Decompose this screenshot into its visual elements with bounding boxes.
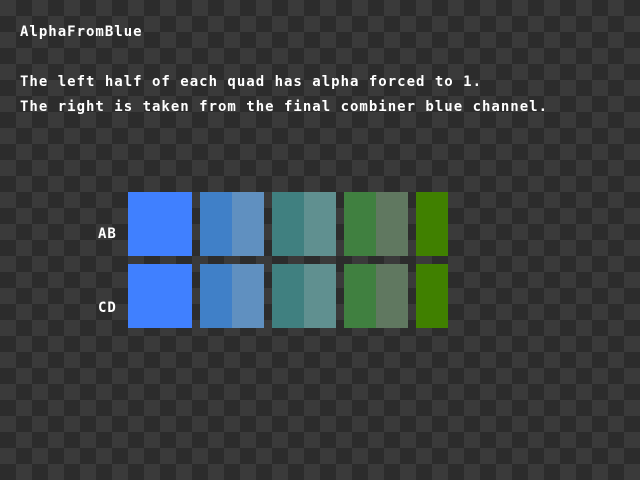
color-swatch-cd-3 — [272, 264, 336, 328]
swatch-right-half — [160, 192, 192, 256]
color-swatch-cd-5 — [416, 264, 448, 328]
row-label-cd: CD — [98, 300, 117, 316]
color-swatch-ab-4 — [344, 192, 408, 256]
description-line-1: The left half of each quad has alpha for… — [20, 74, 483, 90]
swatch-right-half — [304, 264, 336, 328]
swatch-left-half — [128, 264, 160, 328]
swatch-left-half — [200, 264, 232, 328]
swatch-left-half — [272, 192, 304, 256]
swatch-left-half — [344, 264, 376, 328]
color-swatch-ab-1 — [128, 192, 192, 256]
swatch-right-half — [304, 192, 336, 256]
swatch-left-half — [416, 264, 448, 328]
swatch-left-half — [344, 192, 376, 256]
page-title: AlphaFromBlue — [20, 24, 143, 40]
swatch-right-half — [232, 192, 264, 256]
swatch-right-half — [160, 264, 192, 328]
swatch-right-half — [376, 192, 408, 256]
swatch-right-half — [232, 264, 264, 328]
swatch-left-half — [272, 264, 304, 328]
swatch-left-half — [128, 192, 160, 256]
color-swatch-ab-2 — [200, 192, 264, 256]
swatch-left-half — [200, 192, 232, 256]
swatch-left-half — [416, 192, 448, 256]
row-label-ab: AB — [98, 226, 117, 242]
color-swatch-cd-2 — [200, 264, 264, 328]
color-swatch-cd-1 — [128, 264, 192, 328]
color-swatch-ab-5 — [416, 192, 448, 256]
color-swatch-ab-3 — [272, 192, 336, 256]
description-line-2: The right is taken from the final combin… — [20, 99, 549, 115]
swatch-right-half — [376, 264, 408, 328]
color-swatch-cd-4 — [344, 264, 408, 328]
